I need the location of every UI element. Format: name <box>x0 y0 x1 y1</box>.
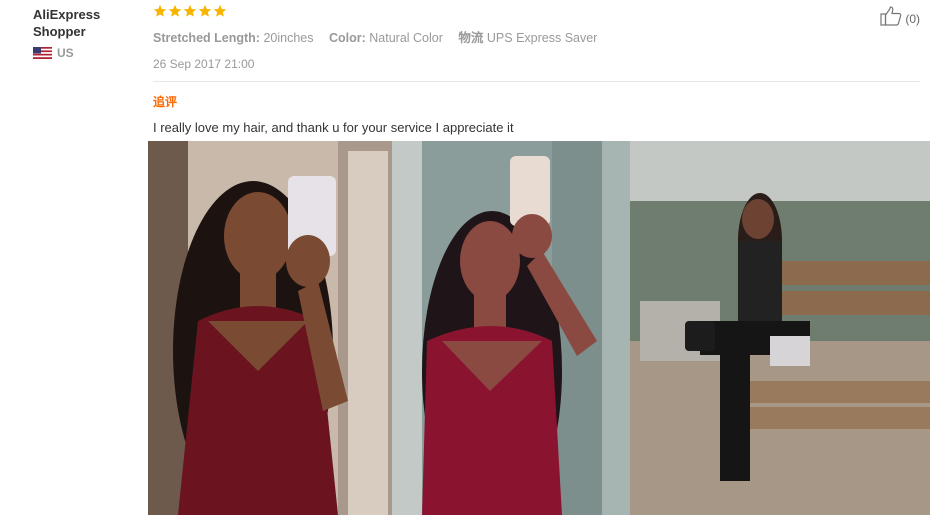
star-icon <box>153 4 167 17</box>
order-attributes: Stretched Length: 20inches Color: Natura… <box>153 27 609 46</box>
reviewer-info: AliExpress Shopper US <box>33 6 143 60</box>
review-photo-1[interactable] <box>148 141 392 515</box>
star-icon <box>183 4 197 17</box>
attribute-color: Color: Natural Color <box>328 31 443 45</box>
review-photos <box>148 141 930 515</box>
reviewer-name: AliExpress Shopper <box>33 7 101 39</box>
helpful-button[interactable]: (0) <box>880 6 920 26</box>
thumbs-up-icon <box>880 6 902 26</box>
star-icon <box>213 4 227 17</box>
helpful-count: (0) <box>905 12 920 26</box>
followup-label: 追评 <box>153 95 178 109</box>
star-rating <box>153 4 227 18</box>
review-text: I really love my hair, and thank u for y… <box>153 120 514 135</box>
review-date: 26 Sep 2017 21:00 <box>153 57 255 71</box>
review-photo-2[interactable] <box>392 141 630 515</box>
review-photo-3[interactable] <box>630 141 930 515</box>
reviewer-country: US <box>33 46 143 60</box>
divider <box>153 81 920 82</box>
attribute-shipping: 物流 UPS Express Saver <box>458 31 598 45</box>
star-icon <box>198 4 212 17</box>
us-flag-icon <box>33 47 52 59</box>
star-icon <box>168 4 182 17</box>
attribute-length: Stretched Length: 20inches <box>153 31 314 45</box>
country-code: US <box>57 46 74 60</box>
